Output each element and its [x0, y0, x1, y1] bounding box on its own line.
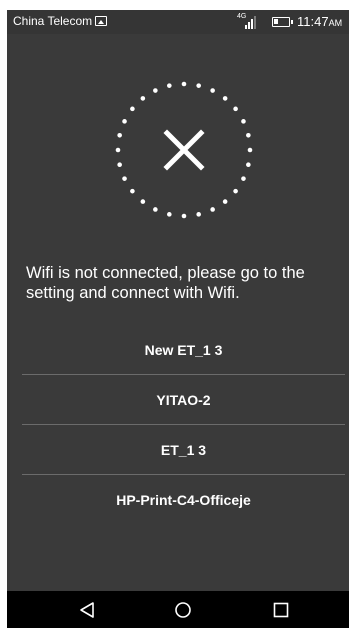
- ring-dot: [130, 106, 135, 112]
- status-bar: China Telecom 4G 11:47AM: [7, 10, 349, 34]
- battery-icon: [272, 17, 293, 27]
- wifi-network-item[interactable]: New ET_1 3: [22, 325, 345, 375]
- ring-dot: [181, 213, 187, 219]
- ring-dot: [241, 119, 246, 124]
- clock-ampm: AM: [328, 18, 343, 28]
- signal-bar: [251, 19, 253, 29]
- recents-icon: [273, 602, 289, 617]
- signal-bar: [245, 25, 247, 29]
- ring-dot: [140, 96, 146, 101]
- ring-dot: [153, 88, 158, 93]
- image-notification-icon: [95, 16, 107, 26]
- ring-dot: [246, 133, 251, 138]
- ring-dot: [210, 88, 215, 93]
- home-button[interactable]: [153, 591, 213, 628]
- ring-dot: [122, 119, 127, 124]
- back-icon: [80, 601, 94, 618]
- connection-status-graphic: [115, 81, 253, 219]
- clock-time: 11:47: [297, 14, 329, 29]
- ring-dot: [222, 199, 228, 204]
- wifi-network-item[interactable]: ET_1 3: [22, 425, 345, 475]
- wifi-not-connected-message: Wifi is not connected, please go to the …: [26, 264, 305, 302]
- ring-dot: [181, 81, 187, 87]
- recents-button[interactable]: [251, 591, 311, 628]
- network-type-label: 4G: [237, 13, 247, 20]
- ring-dot: [222, 96, 228, 101]
- signal-bar: [254, 16, 256, 29]
- home-icon: [175, 601, 191, 618]
- carrier-name: China Telecom: [13, 14, 93, 28]
- phone-screen: China Telecom 4G 11:47AM Wifi is not con…: [7, 10, 349, 628]
- ring-dot: [196, 212, 201, 217]
- signal-bar: [248, 22, 250, 29]
- ring-dot: [167, 83, 172, 88]
- ring-dot: [130, 188, 135, 194]
- ring-dot: [241, 176, 246, 181]
- ring-dot: [233, 106, 238, 112]
- wifi-network-list: New ET_1 3 YITAO-2 ET_1 3 HP-Print-C4-Of…: [22, 325, 345, 524]
- wifi-network-item[interactable]: HP-Print-C4-Officeje: [22, 475, 345, 524]
- signal-icon: 4G: [237, 13, 261, 30]
- wifi-network-item[interactable]: YITAO-2: [22, 375, 345, 425]
- ring-dot: [115, 147, 121, 153]
- ring-dot: [196, 83, 201, 88]
- ring-dot: [247, 147, 253, 153]
- ring-dot: [122, 176, 127, 181]
- ring-dot: [153, 207, 158, 212]
- ring-dot: [246, 162, 251, 167]
- clock: 11:47AM: [297, 14, 342, 29]
- ring-dot: [210, 207, 215, 212]
- ring-dot: [233, 188, 238, 194]
- ring-dot: [140, 199, 146, 204]
- ring-dot: [167, 212, 172, 217]
- navigation-bar: [7, 591, 349, 628]
- ring-dot: [117, 162, 122, 167]
- back-button[interactable]: [57, 591, 117, 628]
- close-icon: [163, 129, 205, 171]
- ring-dot: [117, 133, 122, 138]
